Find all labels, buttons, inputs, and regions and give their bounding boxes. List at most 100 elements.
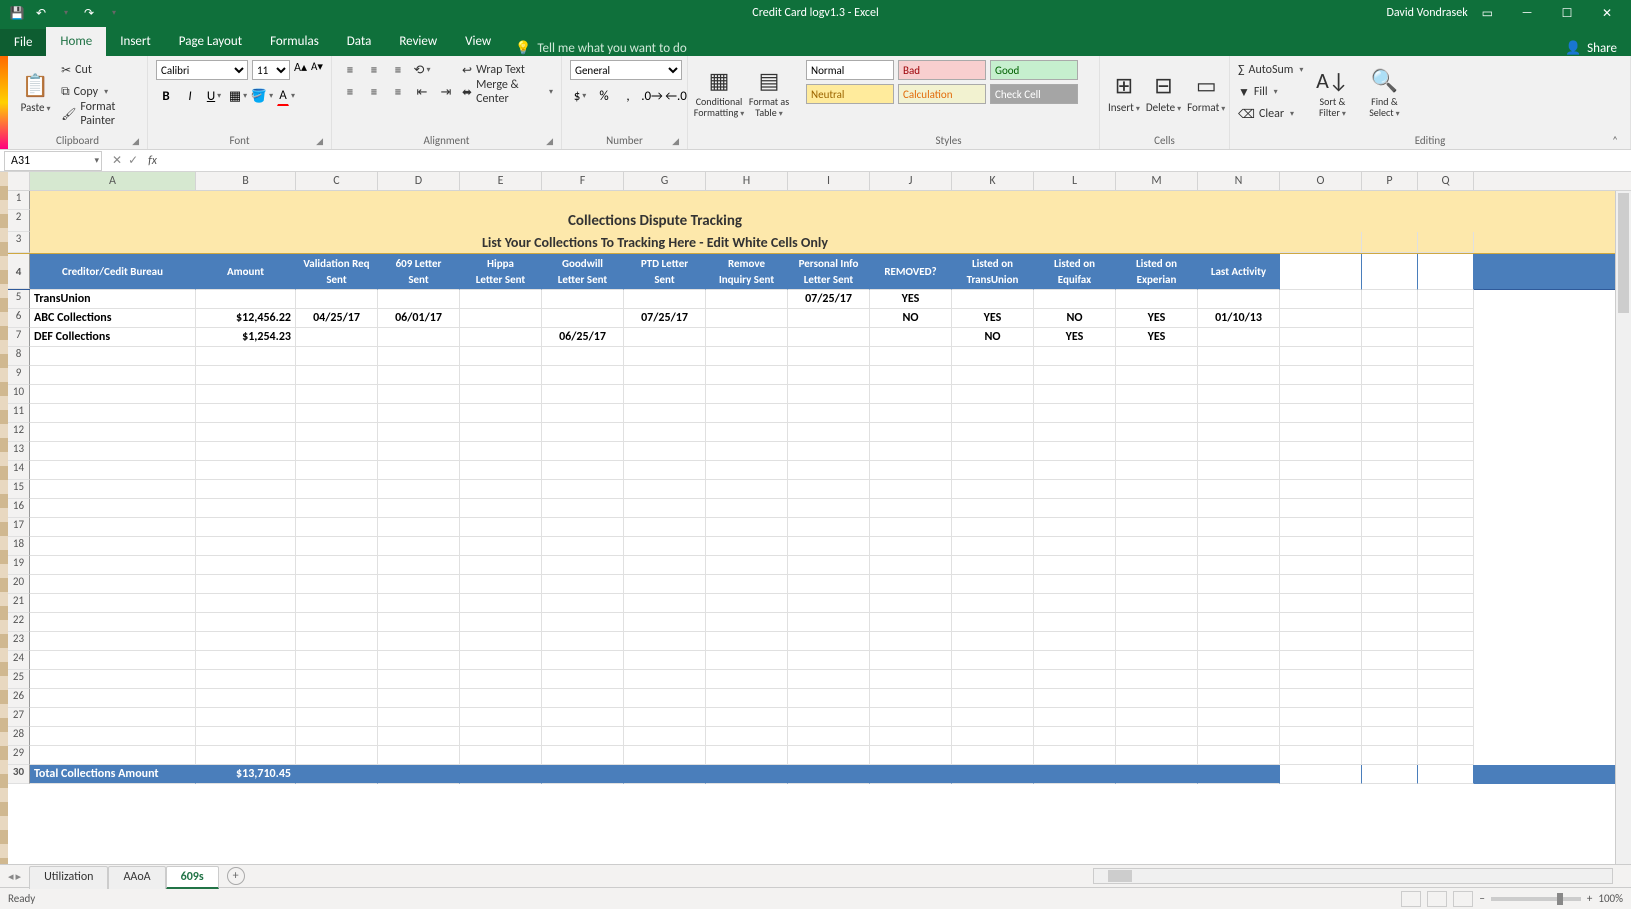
number-launcher-icon[interactable]: ◢ — [672, 136, 679, 147]
cell[interactable] — [1280, 461, 1362, 480]
cell[interactable] — [706, 537, 788, 556]
style-calculation[interactable]: Calculation — [898, 84, 986, 104]
cell[interactable] — [196, 404, 296, 423]
cell[interactable] — [1198, 385, 1280, 404]
cell[interactable] — [1418, 328, 1474, 347]
cell[interactable] — [624, 518, 706, 537]
cell[interactable] — [952, 461, 1034, 480]
clear-button[interactable]: ⌫Clear — [1238, 104, 1303, 124]
cell[interactable] — [196, 191, 296, 210]
cell[interactable] — [1362, 537, 1418, 556]
cell[interactable] — [196, 385, 296, 404]
cell[interactable] — [30, 727, 196, 746]
cell[interactable] — [952, 651, 1034, 670]
cell[interactable] — [788, 366, 870, 385]
cell[interactable] — [30, 347, 196, 366]
redo-icon[interactable]: ↷ — [78, 2, 100, 24]
cell[interactable] — [706, 708, 788, 727]
cell[interactable] — [952, 537, 1034, 556]
cell[interactable] — [624, 727, 706, 746]
cell[interactable] — [1418, 613, 1474, 632]
border-icon[interactable]: ▦ — [228, 86, 248, 106]
cell[interactable] — [952, 366, 1034, 385]
cell[interactable] — [378, 423, 460, 442]
cell[interactable] — [788, 442, 870, 461]
cell[interactable]: YES — [1034, 328, 1116, 347]
row-header[interactable]: 28 — [8, 727, 30, 746]
cell[interactable] — [870, 328, 952, 347]
tab-review[interactable]: Review — [385, 27, 451, 56]
increase-indent-icon[interactable]: ⇥ — [436, 82, 456, 102]
cell[interactable] — [1116, 537, 1198, 556]
column-header-Q[interactable]: Q — [1418, 172, 1474, 190]
cell[interactable] — [1198, 537, 1280, 556]
merge-center-button[interactable]: ⬌Merge & Center — [462, 82, 553, 102]
cell[interactable] — [870, 442, 952, 461]
cell[interactable] — [870, 461, 952, 480]
cell[interactable] — [870, 556, 952, 575]
cell[interactable] — [1198, 461, 1280, 480]
cell[interactable] — [542, 575, 624, 594]
cell[interactable] — [296, 518, 378, 537]
cell[interactable] — [1198, 575, 1280, 594]
cell[interactable] — [952, 632, 1034, 651]
cell[interactable] — [788, 746, 870, 765]
cell[interactable] — [1116, 632, 1198, 651]
cell[interactable] — [1280, 518, 1362, 537]
cell[interactable] — [30, 423, 196, 442]
cell[interactable] — [952, 518, 1034, 537]
cell[interactable] — [788, 461, 870, 480]
tell-me-search[interactable]: 💡 Tell me what you want to do — [505, 41, 697, 56]
cell[interactable] — [542, 537, 624, 556]
maximize-icon[interactable]: ☐ — [1547, 0, 1587, 26]
cell[interactable] — [624, 499, 706, 518]
cell[interactable] — [788, 594, 870, 613]
cell[interactable] — [1034, 366, 1116, 385]
cell[interactable] — [296, 328, 378, 347]
cell[interactable] — [1362, 746, 1418, 765]
percent-icon[interactable]: % — [594, 86, 614, 106]
cell[interactable] — [378, 727, 460, 746]
copy-button[interactable]: ⧉Copy — [61, 82, 139, 102]
cell[interactable] — [460, 765, 542, 784]
cell[interactable] — [1034, 518, 1116, 537]
fill-button[interactable]: ▼Fill — [1238, 82, 1303, 102]
cell[interactable] — [706, 366, 788, 385]
cell[interactable]: HippaLetter Sent — [460, 254, 542, 290]
cell[interactable] — [296, 670, 378, 689]
cell[interactable] — [378, 191, 460, 210]
cell[interactable] — [952, 708, 1034, 727]
row-header[interactable]: 22 — [8, 613, 30, 632]
wrap-text-button[interactable]: ↩Wrap Text — [462, 60, 553, 80]
cell[interactable] — [1198, 746, 1280, 765]
bold-icon[interactable]: B — [156, 86, 176, 106]
cell[interactable] — [1034, 461, 1116, 480]
cell[interactable] — [30, 670, 196, 689]
scrollbar-thumb[interactable] — [1618, 193, 1629, 313]
cell[interactable] — [788, 708, 870, 727]
cell[interactable] — [460, 575, 542, 594]
cell[interactable] — [296, 556, 378, 575]
cell[interactable] — [378, 670, 460, 689]
view-page-break-icon[interactable] — [1453, 891, 1473, 907]
cell[interactable] — [706, 575, 788, 594]
cell[interactable] — [952, 290, 1034, 309]
cell[interactable] — [460, 537, 542, 556]
cell[interactable] — [460, 594, 542, 613]
cell[interactable]: Listed onEquifax — [1034, 254, 1116, 290]
cell[interactable] — [378, 746, 460, 765]
column-header-G[interactable]: G — [624, 172, 706, 190]
column-header-J[interactable]: J — [870, 172, 952, 190]
cell[interactable] — [1280, 442, 1362, 461]
cell[interactable] — [1034, 556, 1116, 575]
cell[interactable] — [1362, 404, 1418, 423]
cell[interactable]: Last Activity — [1198, 254, 1280, 290]
cell[interactable] — [1418, 461, 1474, 480]
cell[interactable] — [196, 689, 296, 708]
share-button[interactable]: 👤 Share — [1565, 41, 1631, 56]
cell[interactable] — [1280, 613, 1362, 632]
cell[interactable] — [296, 191, 378, 210]
cell[interactable] — [378, 651, 460, 670]
cell[interactable] — [378, 632, 460, 651]
cell[interactable]: 609 LetterSent — [378, 254, 460, 290]
